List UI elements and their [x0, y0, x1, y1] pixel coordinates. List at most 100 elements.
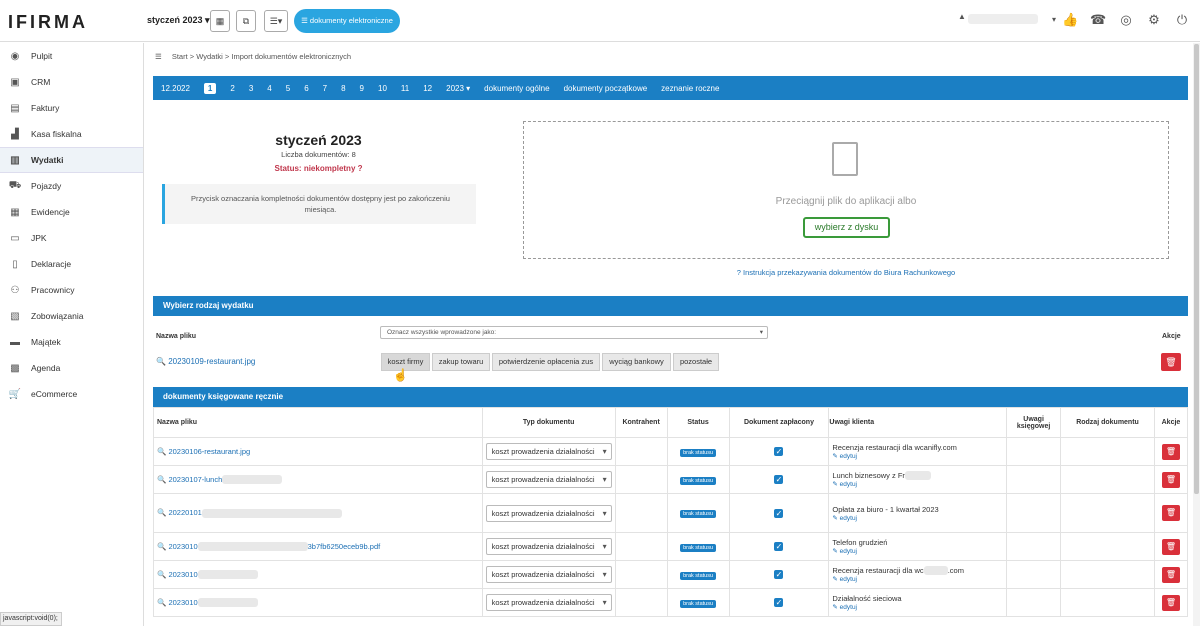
doc-kind-cell	[1060, 560, 1155, 589]
accountant-note-cell	[1006, 465, 1062, 494]
trash-icon[interactable]: 🗑	[1161, 505, 1180, 521]
trash-icon[interactable]: 🗑	[1161, 538, 1180, 555]
sidebar-item-jpk[interactable]: ▭ JPK	[0, 225, 143, 251]
electronic-documents-button[interactable]: ☰ dokumenty elektroniczne	[294, 9, 400, 33]
paid-checkbox[interactable]: ✓	[774, 475, 784, 484]
sidebar-item-zobowiązania[interactable]: ▧ Zobowiązania	[0, 303, 143, 329]
accountant-note-cell	[1006, 560, 1062, 589]
app-logo[interactable]: IFIRMA	[8, 12, 88, 33]
power-icon[interactable]: ⏻	[1174, 12, 1190, 28]
doc-type-select[interactable]: koszt prowadzenia działalności	[485, 471, 612, 488]
doc-type-select[interactable]: koszt prowadzenia działalności	[485, 538, 612, 555]
documents-icon[interactable]: ⧉	[236, 10, 256, 32]
monthbar-link-1[interactable]: dokumenty początkowe	[564, 84, 648, 93]
sidebar-item-pojazdy[interactable]: ⛟ Pojazdy	[0, 173, 143, 199]
month-link-9[interactable]: 9	[360, 84, 364, 93]
monthbar-link-0[interactable]: dokumenty ogólne	[484, 84, 549, 93]
option-wyciag-bankowy[interactable]: wyciąg bankowy	[602, 353, 671, 371]
file-link[interactable]: 🔍 2023010	[157, 570, 258, 580]
option-pozostale[interactable]: pozostałe	[673, 353, 719, 371]
sidebar-item-ewidencje[interactable]: ▦ Ewidencje	[0, 199, 143, 225]
sidebar-item-kasa-fiskalna[interactable]: ▟ Kasa fiskalna	[0, 121, 143, 147]
sidebar-item-agenda[interactable]: ▩ Agenda	[0, 355, 143, 381]
status-badge: brak statusu	[680, 543, 717, 552]
doc-type-select[interactable]: koszt prowadzenia działalności	[485, 504, 612, 522]
phone-icon[interactable]: ☎	[1090, 12, 1106, 28]
file-link[interactable]: 🔍 2023010 3b7fb6250eceb9b.pdf	[157, 542, 380, 552]
edit-note-link[interactable]: ✎ edytuj	[832, 514, 1003, 522]
month-link-5[interactable]: 5	[286, 84, 290, 93]
month-link-12[interactable]: 12	[423, 84, 432, 93]
doc-kind-cell	[1060, 493, 1155, 533]
month-link-1[interactable]: 1	[203, 82, 217, 94]
month-link-11[interactable]: 11	[401, 84, 409, 93]
sidebar-item-crm[interactable]: ▣ CRM	[0, 69, 143, 95]
calendar-icon[interactable]: ▦	[210, 10, 230, 32]
doc-type-select[interactable]: koszt prowadzenia działalności	[485, 566, 612, 583]
month-link-10[interactable]: 10	[378, 84, 387, 93]
paid-checkbox[interactable]: ✓	[774, 598, 784, 607]
expense-file-link[interactable]: 🔍 20230109-restaurant.jpg	[156, 357, 255, 366]
sidebar-item-pracownicy[interactable]: ⚇ Pracownicy	[0, 277, 143, 303]
agenda-icon: ▩	[10, 362, 20, 374]
status-badge: brak statusu	[680, 448, 717, 457]
file-link[interactable]: 🔍 20230106-restaurant.jpg	[157, 447, 250, 456]
menu-toggle-icon[interactable]: ☰	[155, 52, 162, 61]
edit-note-link[interactable]: ✎ edytuj	[832, 603, 1003, 611]
paid-checkbox[interactable]: ✓	[774, 508, 784, 518]
instruction-link[interactable]: ? Instrukcja przekazywania dokumentów do…	[523, 268, 1169, 277]
trash-icon[interactable]: 🗑	[1161, 443, 1180, 460]
edit-note-link[interactable]: ✎ edytuj	[832, 452, 1003, 460]
option-zakup-towaru[interactable]: zakup towaru	[432, 353, 490, 371]
mark-all-select[interactable]: Oznacz wszystkie wprowadzone jako: ▾	[380, 326, 768, 339]
doc-type-select[interactable]: koszt prowadzenia działalności	[485, 443, 612, 460]
trash-icon[interactable]: 🗑	[1161, 353, 1181, 371]
year-selector[interactable]: 2023 ▾	[446, 84, 470, 93]
help-lifebuoy-icon[interactable]: ◎	[1118, 12, 1134, 28]
declaration-icon: ▯	[12, 258, 18, 270]
month-link-4[interactable]: 4	[267, 84, 271, 93]
doc-type-select[interactable]: koszt prowadzenia działalności	[485, 594, 612, 611]
file-link[interactable]: 🔍 2023010	[157, 598, 258, 608]
trash-icon[interactable]: 🗑	[1161, 594, 1180, 611]
month-link-7[interactable]: 7	[323, 84, 327, 93]
report-menu-icon[interactable]: ☰▾	[264, 10, 288, 32]
sidebar-item-faktury[interactable]: ▤ Faktury	[0, 95, 143, 121]
month-link-6[interactable]: 6	[304, 84, 308, 93]
paid-checkbox[interactable]: ✓	[774, 447, 784, 456]
month-link-3[interactable]: 3	[249, 84, 253, 93]
month-selector[interactable]: styczeń 2023 ▾	[147, 15, 210, 26]
month-link-8[interactable]: 8	[341, 84, 345, 93]
scrollbar-thumb[interactable]	[1194, 44, 1199, 494]
settings-gear-icon[interactable]: ⚙	[1146, 12, 1162, 28]
thumbs-up-icon[interactable]: 👍	[1062, 12, 1078, 28]
option-potwierdzenie-zus[interactable]: potwierdzenie opłacenia zus	[492, 353, 600, 371]
edit-note-link[interactable]: ✎ edytuj	[832, 480, 1003, 488]
magnifier-icon: 🔍	[157, 508, 167, 518]
file-link[interactable]: 🔍 20230107-lunch	[157, 475, 283, 485]
month-link-2[interactable]: 2	[230, 84, 234, 93]
prev-month-link[interactable]: 12.2022	[161, 84, 190, 93]
file-dropzone[interactable]: Przeciągnij plik do aplikacji albo wybie…	[523, 121, 1169, 259]
breadcrumb-wydatki[interactable]: Wydatki	[196, 52, 223, 61]
monthbar-link-2[interactable]: zeznanie roczne	[661, 84, 719, 93]
trash-icon[interactable]: 🗑	[1161, 566, 1180, 583]
sidebar-item-wydatki[interactable]: ▥ Wydatki	[0, 147, 143, 173]
sidebar-item-majątek[interactable]: ▬ Majątek	[0, 329, 143, 355]
sidebar-item-ecommerce[interactable]: 🛒 eCommerce	[0, 381, 143, 407]
contractor-cell	[614, 532, 668, 561]
trash-icon[interactable]: 🗑	[1161, 471, 1180, 488]
choose-from-disk-button[interactable]: wybierz z dysku	[803, 217, 890, 238]
paid-checkbox[interactable]: ✓	[774, 542, 784, 551]
edit-note-link[interactable]: ✎ edytuj	[832, 575, 1003, 583]
chevron-down-icon[interactable]: ▾	[1046, 12, 1062, 28]
table-row: 🔍 2023010 koszt prowadzenia działalności b…	[153, 588, 1189, 617]
file-link[interactable]: 🔍 20220101	[157, 508, 342, 518]
sidebar-item-pulpit[interactable]: ◉ Pulpit	[0, 43, 143, 69]
question-icon[interactable]: ?	[358, 164, 363, 173]
edit-note-link[interactable]: ✎ edytuj	[832, 547, 1003, 555]
breadcrumb-start[interactable]: Start	[172, 52, 188, 61]
paid-checkbox[interactable]: ✓	[774, 570, 784, 579]
sidebar-item-deklaracje[interactable]: ▯ Deklaracje	[0, 251, 143, 277]
manual-docs-header: dokumenty księgowane ręcznie	[153, 387, 1188, 407]
